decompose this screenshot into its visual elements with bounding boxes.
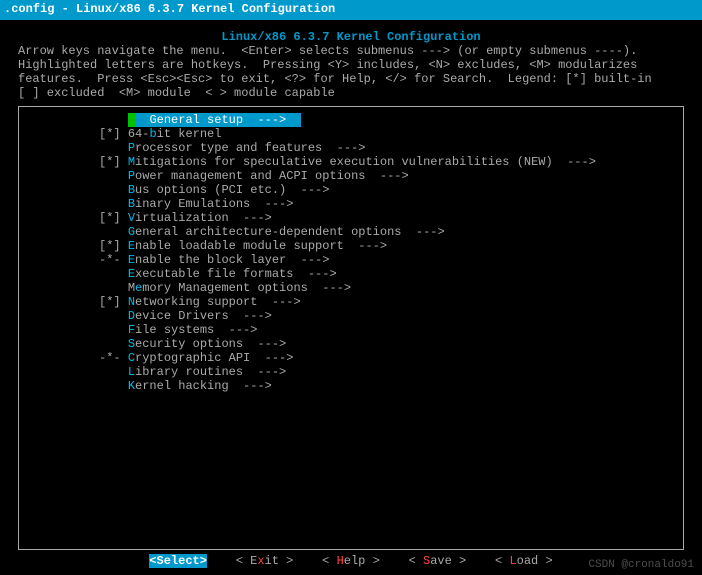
menu-item-label: General setup --->: [128, 113, 301, 127]
menu-item-label: Memory Management options --->: [128, 281, 351, 295]
menu-item-mark: [27, 309, 128, 323]
menu-item[interactable]: Bus options (PCI etc.) --->: [27, 183, 675, 197]
menu-item[interactable]: General setup --->: [27, 113, 675, 127]
help-text: Arrow keys navigate the menu. <Enter> se…: [18, 44, 684, 100]
menu-item[interactable]: Kernel hacking --->: [27, 379, 675, 393]
menu-item[interactable]: Binary Emulations --->: [27, 197, 675, 211]
menu-box: General setup ---> [*] 64-bit kernel Pro…: [18, 106, 684, 550]
menu-item-label: Power management and ACPI options --->: [128, 169, 409, 183]
menu-item-mark: [*]: [27, 155, 128, 169]
window-titlebar: .config - Linux/x86 6.3.7 Kernel Configu…: [0, 0, 702, 20]
menu-item-label: Networking support --->: [128, 295, 301, 309]
menu-item-label: File systems --->: [128, 323, 258, 337]
menu-item-label: Enable the block layer --->: [128, 253, 330, 267]
menu-item-mark: [27, 183, 128, 197]
menu-item[interactable]: Library routines --->: [27, 365, 675, 379]
menu-item[interactable]: Power management and ACPI options --->: [27, 169, 675, 183]
menu-item-label: Binary Emulations --->: [128, 197, 294, 211]
menu-list: General setup ---> [*] 64-bit kernel Pro…: [27, 113, 675, 393]
menu-item[interactable]: [*] Mitigations for speculative executio…: [27, 155, 675, 169]
menu-item-label: General architecture-dependent options -…: [128, 225, 445, 239]
select-button[interactable]: <Select>: [149, 554, 207, 568]
watermark: CSDN @cronaldo91: [588, 559, 694, 571]
menu-item[interactable]: [*] Enable loadable module support --->: [27, 239, 675, 253]
cursor-icon: [128, 113, 135, 127]
menu-item[interactable]: [*] Virtualization --->: [27, 211, 675, 225]
menu-item-mark: [27, 225, 128, 239]
menu-item-mark: [27, 337, 128, 351]
menu-item[interactable]: Device Drivers --->: [27, 309, 675, 323]
menu-item-label: Virtualization --->: [128, 211, 272, 225]
menu-item-mark: [27, 267, 128, 281]
menu-item-mark: -*-: [27, 351, 128, 365]
menu-item-label: 64-bit kernel: [128, 127, 222, 141]
menu-item-mark: [27, 281, 128, 295]
menu-item-label: Cryptographic API --->: [128, 351, 294, 365]
menu-item[interactable]: File systems --->: [27, 323, 675, 337]
menu-item-label: Device Drivers --->: [128, 309, 272, 323]
menu-item-label: Bus options (PCI etc.) --->: [128, 183, 330, 197]
menu-item[interactable]: -*- Enable the block layer --->: [27, 253, 675, 267]
menu-item-mark: [27, 379, 128, 393]
menu-item-mark: [27, 365, 128, 379]
menu-item-mark: [27, 323, 128, 337]
menu-item-label: Security options --->: [128, 337, 286, 351]
menu-item-mark: [*]: [27, 127, 128, 141]
menu-item-label: Enable loadable module support --->: [128, 239, 387, 253]
menu-item-mark: [27, 113, 128, 127]
menu-item-mark: [*]: [27, 295, 128, 309]
menu-item[interactable]: Security options --->: [27, 337, 675, 351]
menu-item-label: Kernel hacking --->: [128, 379, 272, 393]
menu-item[interactable]: [*] Networking support --->: [27, 295, 675, 309]
page-title: Linux/x86 6.3.7 Kernel Configuration: [18, 30, 684, 44]
button-bar: <Select> < Exit > < Help > < Save > < Lo…: [18, 554, 684, 568]
menu-item-label: Processor type and features --->: [128, 141, 366, 155]
menu-item[interactable]: Executable file formats --->: [27, 267, 675, 281]
menu-item-mark: [27, 141, 128, 155]
load-button[interactable]: < Load >: [495, 554, 553, 568]
menu-item-label: Executable file formats --->: [128, 267, 337, 281]
menu-item-mark: [*]: [27, 239, 128, 253]
title-text: .config - Linux/x86 6.3.7 Kernel Configu…: [4, 2, 335, 16]
menu-item-mark: [*]: [27, 211, 128, 225]
help-button[interactable]: < Help >: [322, 554, 380, 568]
menu-item-mark: [27, 197, 128, 211]
menu-item[interactable]: [*] 64-bit kernel: [27, 127, 675, 141]
menu-item[interactable]: Processor type and features --->: [27, 141, 675, 155]
menu-item-label: Mitigations for speculative execution vu…: [128, 155, 596, 169]
exit-button[interactable]: < Exit >: [236, 554, 294, 568]
menu-item-mark: [27, 169, 128, 183]
menu-item-label: Library routines --->: [128, 365, 286, 379]
menu-item[interactable]: General architecture-dependent options -…: [27, 225, 675, 239]
menu-item[interactable]: -*- Cryptographic API --->: [27, 351, 675, 365]
menu-item[interactable]: Memory Management options --->: [27, 281, 675, 295]
save-button[interactable]: < Save >: [409, 554, 467, 568]
menu-item-mark: -*-: [27, 253, 128, 267]
